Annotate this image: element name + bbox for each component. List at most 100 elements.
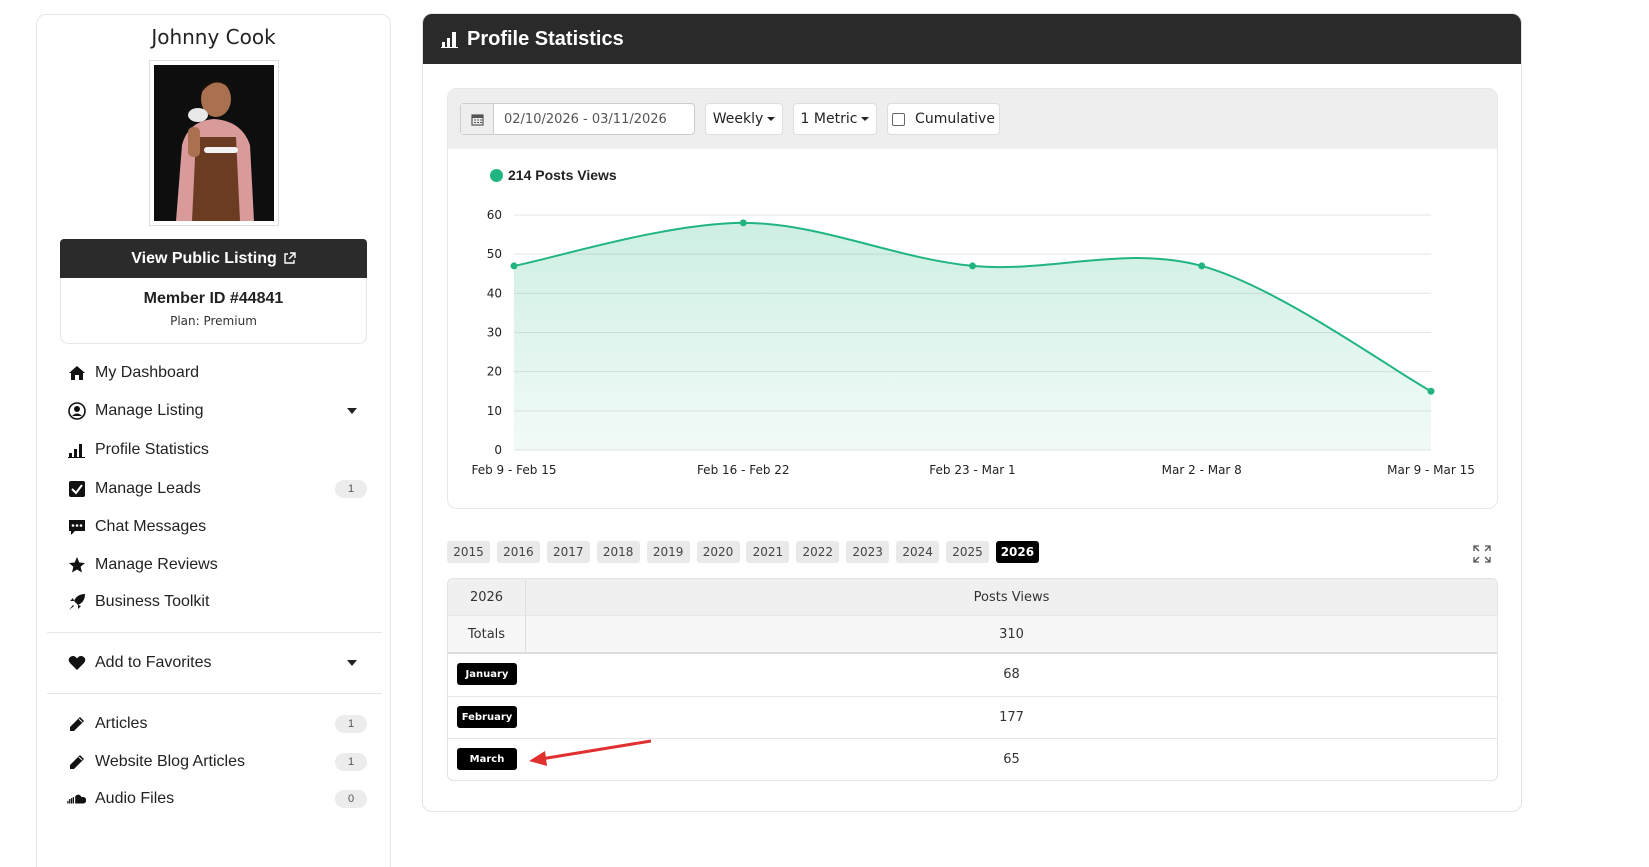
member-id: Member ID #44841 bbox=[143, 290, 284, 307]
chevron-down-icon[interactable] bbox=[347, 408, 357, 414]
y-tick-label: 40 bbox=[487, 286, 502, 300]
data-point[interactable] bbox=[969, 262, 976, 270]
sidebar-item-articles[interactable]: Articles 1 bbox=[67, 712, 367, 736]
data-point[interactable] bbox=[510, 262, 518, 270]
sidebar-item-chat-messages[interactable]: Chat Messages bbox=[67, 515, 367, 539]
sidebar-item-label: Manage Leads bbox=[95, 480, 201, 497]
count-badge: 0 bbox=[335, 790, 367, 808]
month-tag-january[interactable]: January bbox=[457, 663, 517, 685]
line-chart: 0 10 20 30 40 50 60 Feb 9 - Feb 15 Feb 16 - Feb … bbox=[472, 208, 1475, 477]
totals-row: Totals 310 bbox=[448, 616, 1497, 652]
table-cell-value: 177 bbox=[999, 710, 1024, 725]
metric-header: Posts Views bbox=[973, 589, 1050, 605]
totals-value: 310 bbox=[999, 626, 1024, 642]
year-tab-2020[interactable]: 2020 bbox=[696, 541, 740, 563]
year-tab-2016[interactable]: 2016 bbox=[496, 541, 540, 563]
table-row: January 68 bbox=[448, 654, 1497, 695]
table-header-row: 2026 Posts Views bbox=[448, 579, 1497, 615]
chat-icon bbox=[67, 517, 87, 537]
y-tick-label: 30 bbox=[487, 326, 502, 340]
sidebar-item-manage-leads[interactable]: Manage Leads 1 bbox=[67, 477, 367, 501]
data-point[interactable] bbox=[1198, 262, 1206, 270]
expand-icon[interactable] bbox=[1473, 545, 1491, 563]
pencil-icon bbox=[67, 752, 87, 772]
year-tab-2023[interactable]: 2023 bbox=[846, 541, 890, 563]
sidebar-item-label: Business Toolkit bbox=[95, 593, 210, 610]
year-tab-2019[interactable]: 2019 bbox=[646, 541, 690, 563]
external-link-icon bbox=[284, 252, 296, 264]
sidebar-item-website-blog-articles[interactable]: Website Blog Articles 1 bbox=[67, 750, 367, 774]
panel-header: Profile Statistics bbox=[423, 14, 1521, 64]
table-row: February 177 bbox=[448, 697, 1497, 738]
sidebar: Johnny Cook View Public Listing Member I… bbox=[36, 14, 391, 867]
x-tick-label: Feb 16 - Feb 22 bbox=[697, 463, 790, 477]
sidebar-divider bbox=[47, 693, 382, 694]
sidebar-divider bbox=[47, 632, 382, 633]
user-circle-icon bbox=[67, 401, 87, 421]
sidebar-item-label: Articles bbox=[95, 715, 148, 732]
profile-name: Johnny Cook bbox=[151, 25, 276, 49]
avatar-photo bbox=[154, 65, 274, 221]
totals-label: Totals bbox=[448, 616, 526, 652]
year-tab-2021[interactable]: 2021 bbox=[746, 541, 790, 563]
sidebar-item-label: Chat Messages bbox=[95, 518, 207, 535]
year-tab-2026[interactable]: 2026 bbox=[995, 541, 1039, 563]
member-info: Member ID #44841 Plan: Premium bbox=[60, 278, 367, 344]
year-tab-2017[interactable]: 2017 bbox=[546, 541, 590, 563]
rocket-icon bbox=[67, 592, 87, 612]
checkbox-icon bbox=[67, 479, 87, 499]
table-cell-value: 65 bbox=[1003, 752, 1020, 767]
star-icon bbox=[67, 555, 87, 575]
sidebar-item-label: Manage Reviews bbox=[95, 556, 218, 573]
sidebar-item-business-toolkit[interactable]: Business Toolkit bbox=[67, 590, 367, 614]
sidebar-item-label: Manage Listing bbox=[95, 402, 204, 419]
y-tick-label: 50 bbox=[487, 247, 502, 261]
x-tick-label: Mar 9 - Mar 15 bbox=[1387, 463, 1475, 477]
chart-card: Weekly 1 Metric Cumulative 214 Posts Vie… bbox=[447, 88, 1498, 509]
year-tab-2024[interactable]: 2024 bbox=[896, 541, 940, 563]
annotation-arrow bbox=[529, 739, 652, 766]
sidebar-item-audio-files[interactable]: Audio Files 0 bbox=[67, 787, 367, 811]
sidebar-item-label: Audio Files bbox=[95, 790, 175, 807]
sidebar-item-manage-reviews[interactable]: Manage Reviews bbox=[67, 553, 367, 577]
bar-chart-icon bbox=[67, 440, 87, 460]
sidebar-item-label: Website Blog Articles bbox=[95, 753, 245, 770]
home-icon bbox=[67, 363, 87, 383]
data-point[interactable] bbox=[739, 219, 747, 227]
avatar[interactable] bbox=[150, 61, 278, 225]
sidebar-item-add-to-favorites[interactable]: Add to Favorites bbox=[67, 651, 367, 675]
sidebar-item-label: Add to Favorites bbox=[95, 654, 212, 671]
x-tick-label: Feb 9 - Feb 15 bbox=[472, 463, 557, 477]
count-badge: 1 bbox=[335, 715, 367, 733]
view-public-listing-button[interactable]: View Public Listing bbox=[60, 239, 367, 278]
pencil-icon bbox=[67, 714, 87, 734]
year-tab-2022[interactable]: 2022 bbox=[796, 541, 840, 563]
plan-label: Plan: Premium bbox=[170, 314, 257, 328]
sidebar-item-profile-statistics[interactable]: Profile Statistics bbox=[67, 438, 367, 462]
heart-icon bbox=[67, 653, 87, 673]
page-title: Profile Statistics bbox=[467, 27, 624, 50]
year-tab-2025[interactable]: 2025 bbox=[946, 541, 989, 563]
chevron-down-icon[interactable] bbox=[347, 660, 357, 666]
statistics-panel: Profile Statistics Weekly 1 Metric Cumul… bbox=[422, 13, 1522, 812]
y-tick-label: 20 bbox=[487, 365, 502, 379]
month-tag-march[interactable]: March bbox=[457, 748, 517, 770]
data-point[interactable] bbox=[1427, 387, 1435, 395]
sidebar-item-my-dashboard[interactable]: My Dashboard bbox=[67, 361, 367, 385]
series-area bbox=[514, 222, 1431, 450]
y-tick-label: 60 bbox=[487, 208, 502, 222]
table-cell-value: 68 bbox=[1003, 667, 1020, 682]
y-tick-label: 10 bbox=[487, 404, 502, 418]
sidebar-item-label: My Dashboard bbox=[95, 364, 200, 381]
count-badge: 1 bbox=[335, 480, 367, 498]
year-tab-2018[interactable]: 2018 bbox=[596, 541, 640, 563]
sidebar-item-manage-listing[interactable]: Manage Listing bbox=[67, 399, 367, 423]
x-tick-label: Feb 23 - Mar 1 bbox=[929, 463, 1015, 477]
month-tag-february[interactable]: February bbox=[457, 706, 517, 728]
y-tick-label: 0 bbox=[494, 443, 502, 457]
year-header: 2026 bbox=[448, 579, 526, 615]
x-tick-label: Mar 2 - Mar 8 bbox=[1162, 463, 1242, 477]
year-tab-2015[interactable]: 2015 bbox=[447, 541, 490, 563]
bar-chart-icon bbox=[441, 32, 458, 48]
soundcloud-icon bbox=[67, 789, 87, 809]
